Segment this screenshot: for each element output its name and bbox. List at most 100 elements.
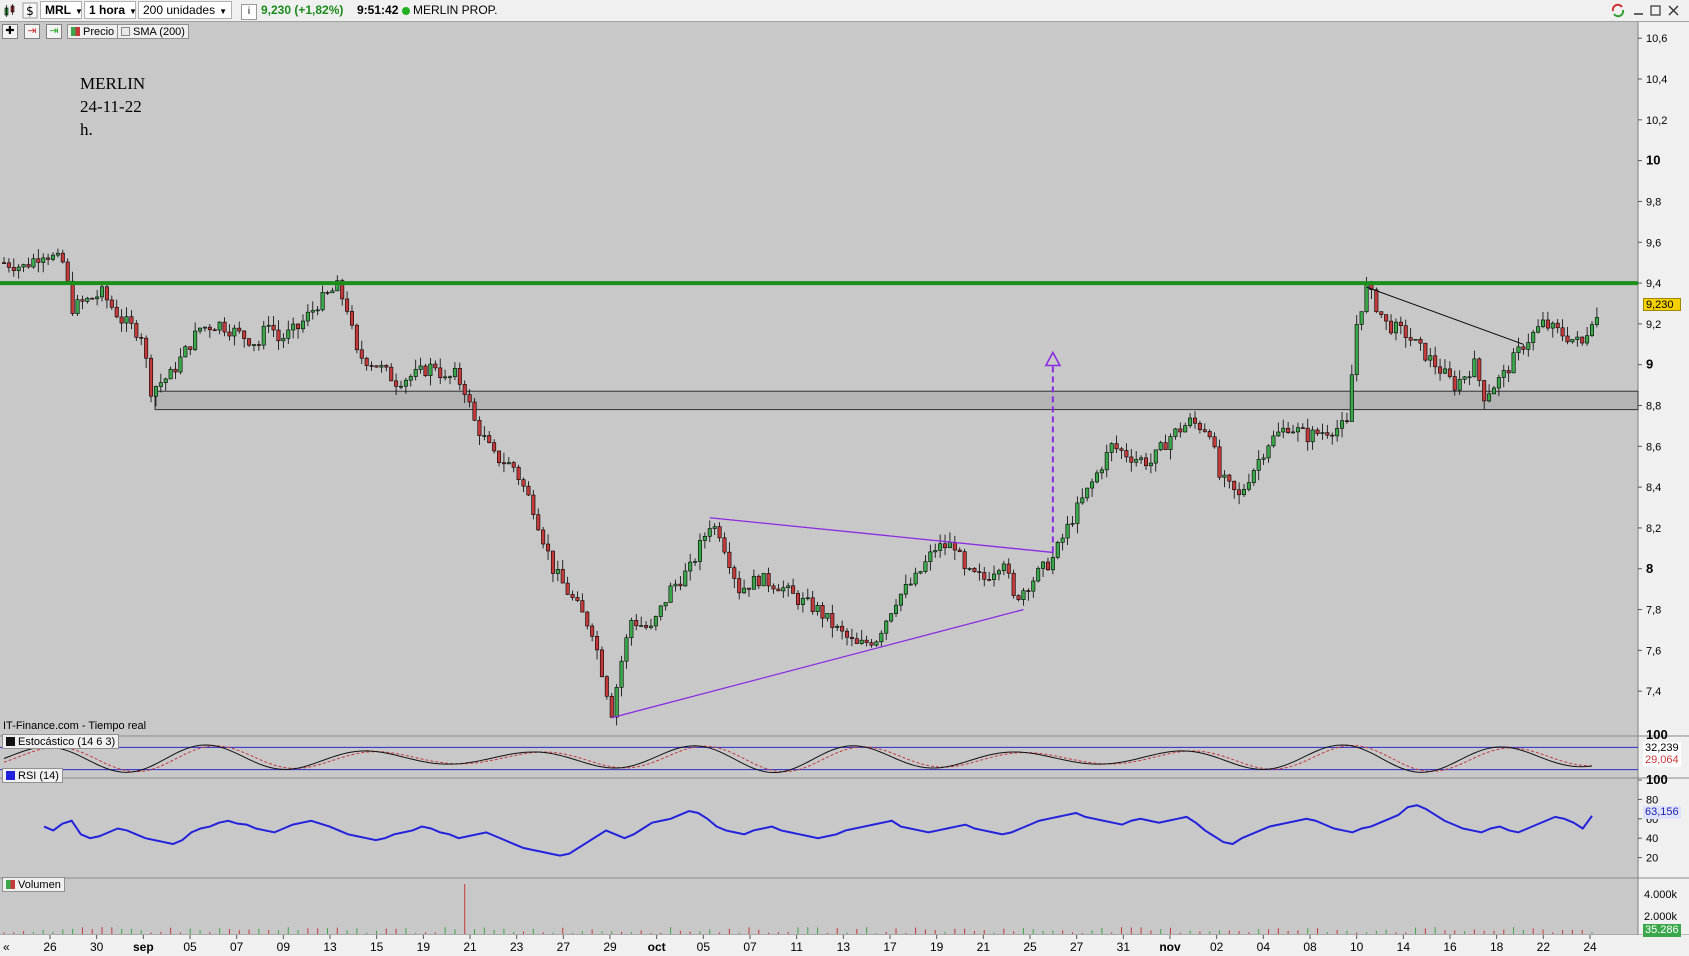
info-icon[interactable]: i xyxy=(241,4,257,20)
candle-body xyxy=(36,258,41,263)
add-indicator-button[interactable]: ✚ xyxy=(2,24,18,39)
candle-body xyxy=(1501,370,1506,378)
candle-body xyxy=(987,579,992,581)
candle-body xyxy=(1094,472,1099,483)
candle-body xyxy=(707,528,712,537)
candle-body xyxy=(1050,557,1055,571)
time-tick-label: 23 xyxy=(510,940,524,954)
volume-chip[interactable]: Volumen xyxy=(2,877,65,892)
candle-body xyxy=(305,311,310,322)
candle-body xyxy=(1099,469,1104,474)
symbol-select[interactable]: MRL ▼ xyxy=(40,1,83,19)
candle-body xyxy=(869,642,874,646)
candle-body xyxy=(1413,338,1418,341)
time-tick-label: 21 xyxy=(463,940,477,954)
maximize-icon[interactable] xyxy=(1648,2,1664,19)
candle-body xyxy=(1109,443,1114,453)
candle-body xyxy=(60,252,65,263)
candle-body xyxy=(497,450,502,464)
candle-body xyxy=(1550,322,1555,329)
scroll-left-icon[interactable]: « xyxy=(3,940,10,954)
candle-body xyxy=(330,290,335,294)
candle-body xyxy=(1295,427,1300,433)
candle-body xyxy=(188,346,193,350)
rsi-chip-label: RSI (14) xyxy=(18,770,59,782)
candle-body xyxy=(644,625,649,628)
export-button[interactable]: ⇥ xyxy=(46,24,62,39)
candle-body xyxy=(771,585,776,590)
candle-body xyxy=(124,316,129,324)
candle-body xyxy=(1570,339,1575,343)
candle-body xyxy=(585,611,590,627)
rsi-swatch xyxy=(6,771,15,780)
candle-body xyxy=(1354,324,1359,376)
stochastic-chip[interactable]: Estocástico (14 6 3) xyxy=(2,734,120,749)
candle-body xyxy=(1359,311,1364,325)
time-tick-label: 29 xyxy=(603,940,617,954)
candle-body xyxy=(398,385,403,388)
candle-body xyxy=(693,561,698,563)
candle-body xyxy=(1075,502,1080,524)
dollar-icon[interactable]: $ xyxy=(22,2,38,19)
candle-body xyxy=(830,613,835,628)
candle-body xyxy=(952,542,957,551)
interval-select[interactable]: 1 hora ▼ xyxy=(84,1,137,19)
candle-body xyxy=(1330,434,1335,437)
candle-body xyxy=(1472,358,1477,378)
candle-body xyxy=(521,479,526,487)
candle-body xyxy=(1153,449,1158,464)
candlestick-chart-icon[interactable] xyxy=(3,2,19,19)
units-select[interactable]: 200 unidades ▼ xyxy=(138,1,232,19)
candle-body xyxy=(467,394,472,403)
candle-body xyxy=(276,329,281,342)
price-chip-label: Precio xyxy=(83,26,115,38)
candle-body xyxy=(178,356,183,373)
candle-body xyxy=(639,625,644,627)
candle-body xyxy=(1114,443,1119,450)
candle-body xyxy=(1374,289,1379,312)
refresh-icon[interactable] xyxy=(1610,2,1626,19)
candle-body xyxy=(1134,459,1139,463)
candle-body xyxy=(51,254,56,260)
candle-body xyxy=(1310,429,1315,443)
candle-body xyxy=(119,316,124,324)
candle-body xyxy=(1016,595,1021,600)
candle-body xyxy=(595,636,600,651)
rsi-chip[interactable]: RSI (14) xyxy=(2,768,63,783)
candle-body xyxy=(452,368,457,378)
candle-body xyxy=(913,572,918,585)
time-tick-label: 14 xyxy=(1397,940,1411,954)
candle-body xyxy=(1104,452,1109,471)
candle-body xyxy=(791,585,796,594)
close-icon[interactable] xyxy=(1666,2,1682,19)
minimize-icon[interactable] xyxy=(1631,2,1647,19)
candle-body xyxy=(75,299,80,314)
candle-body xyxy=(668,585,673,603)
remove-indicator-button[interactable]: ⇥ xyxy=(24,24,40,39)
candle-body xyxy=(320,292,325,311)
candle-body xyxy=(374,365,379,368)
price-series-chip[interactable]: Precio xyxy=(67,24,119,39)
candle-body xyxy=(732,567,737,579)
chart-annotation: MERLIN 24-11-22 h. xyxy=(80,72,145,141)
candle-body xyxy=(614,687,619,718)
price-chart[interactable]: 10,6 10,4 10,2 10 9,8 9,6 9,4 9,2 9 8,8 8,6 8,4 8,2 8… xyxy=(0,22,1689,956)
candle-body xyxy=(546,543,551,552)
candle-body xyxy=(1261,457,1266,460)
candle-body xyxy=(1384,314,1389,322)
candle-body xyxy=(1,262,7,264)
candle-body xyxy=(864,639,869,643)
candle-body xyxy=(555,569,560,574)
candle-body xyxy=(1031,580,1036,592)
candle-body xyxy=(795,593,800,605)
sma-chip[interactable]: SMA (200) xyxy=(117,24,189,39)
stochastic-chip-label: Estocástico (14 6 3) xyxy=(18,736,116,748)
sma-chip-label: SMA (200) xyxy=(133,26,185,38)
candle-body xyxy=(300,320,305,330)
rsi-tick-label: 100 xyxy=(1646,772,1668,787)
time-tick-label: 08 xyxy=(1303,940,1317,954)
time-tick-label: 21 xyxy=(977,940,991,954)
candle-body xyxy=(658,605,663,617)
price-tick-label: 10,6 xyxy=(1646,33,1667,45)
source-label: IT-Finance.com - Tiempo real xyxy=(3,720,147,732)
